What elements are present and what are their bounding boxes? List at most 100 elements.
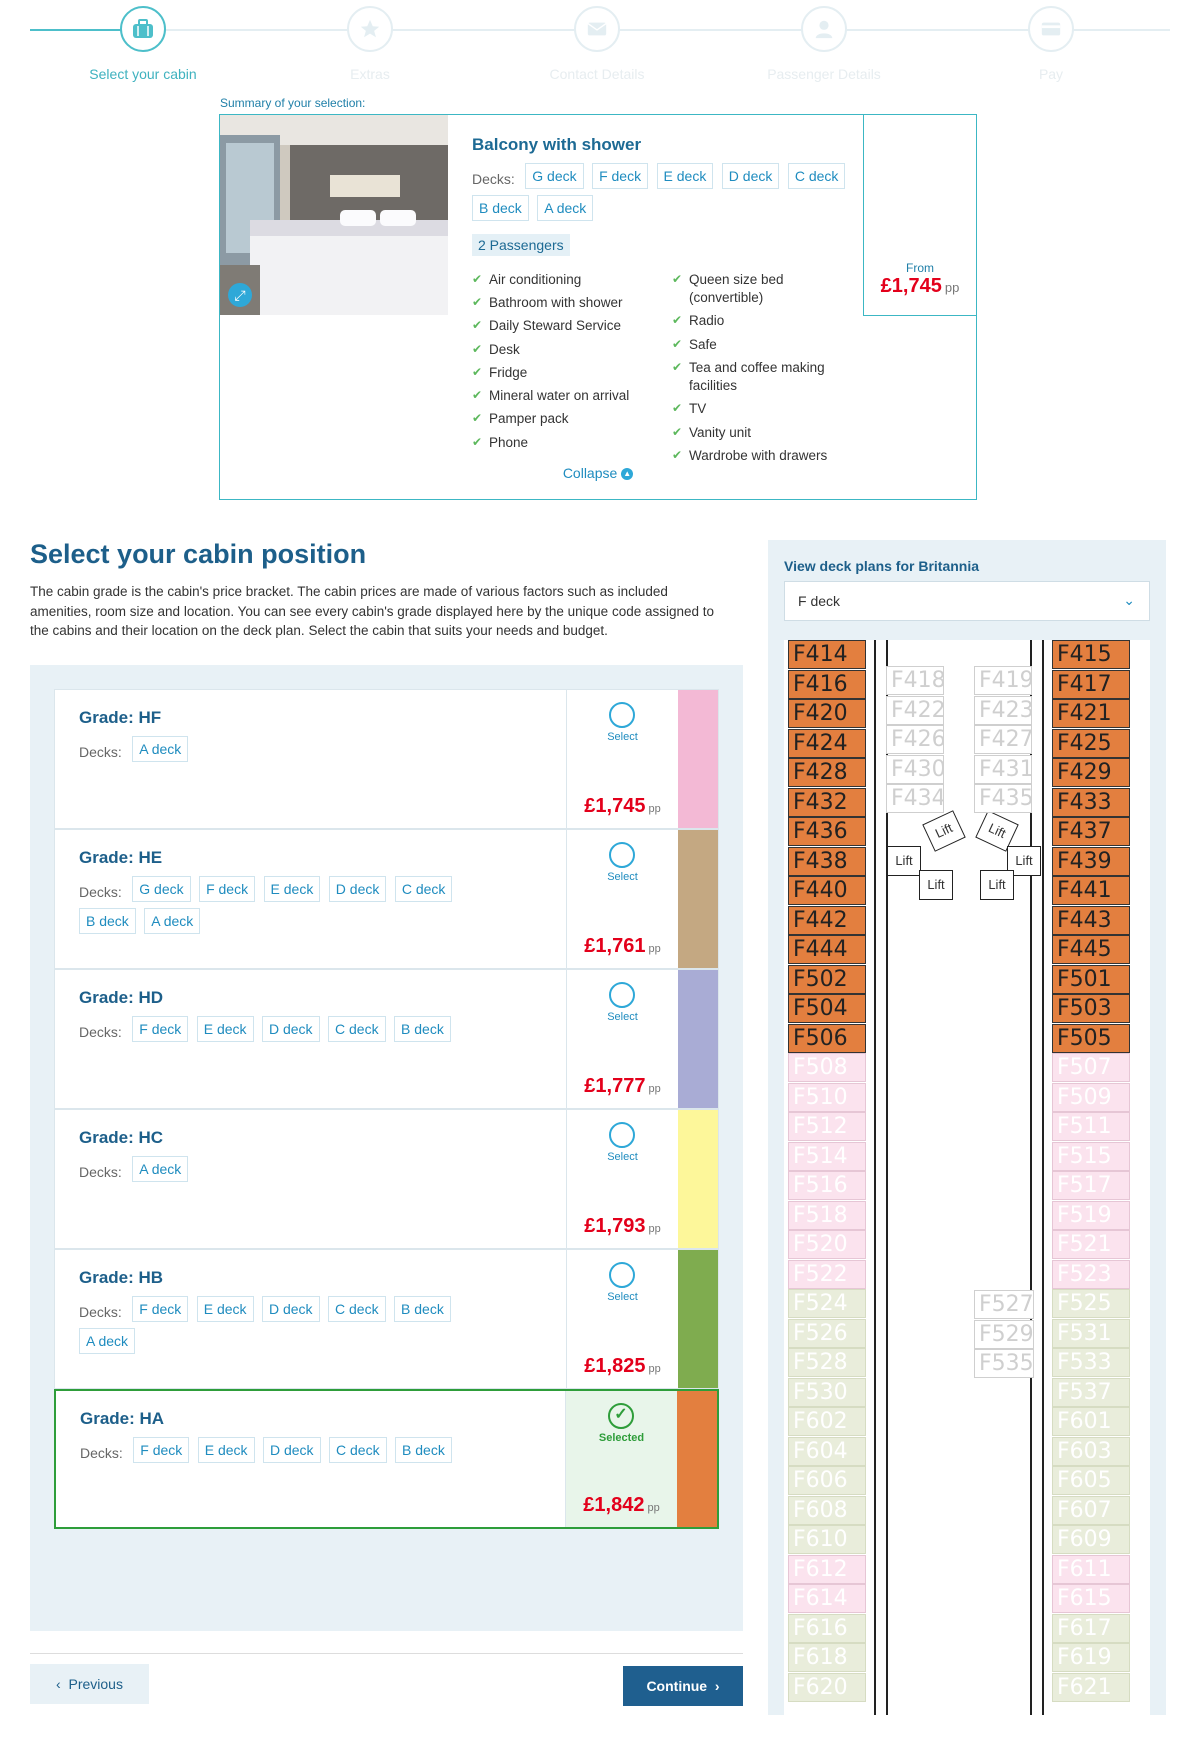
select-radio[interactable] bbox=[609, 982, 635, 1008]
deck-chip[interactable]: E deck bbox=[197, 1437, 255, 1463]
cabin-f438[interactable]: F438 bbox=[788, 846, 866, 876]
deck-chip[interactable]: F deck bbox=[132, 1296, 189, 1322]
select-radio[interactable] bbox=[609, 842, 635, 868]
grade-card-hd[interactable]: Grade: HD Decks: F deck E deck D deck C … bbox=[54, 969, 719, 1109]
grade-card-hf[interactable]: Grade: HF Decks: A deck Select £1,745 pp bbox=[54, 689, 719, 829]
deck-chip[interactable]: C deck bbox=[328, 1016, 386, 1042]
deck-chip[interactable]: A deck bbox=[132, 1156, 189, 1182]
cabin-f436[interactable]: F436 bbox=[788, 817, 866, 846]
cabin-f421[interactable]: F421 bbox=[1052, 699, 1130, 728]
cabin-f420[interactable]: F420 bbox=[788, 699, 866, 728]
select-column[interactable]: Select £1,793 pp bbox=[566, 1110, 678, 1248]
deck-chip[interactable]: E deck bbox=[263, 876, 321, 902]
deck-chip-g[interactable]: G deck bbox=[525, 163, 584, 189]
select-column[interactable]: Select £1,761 pp bbox=[566, 830, 678, 968]
decks-label: Decks: bbox=[79, 1164, 122, 1180]
cabin-f609: F609 bbox=[1052, 1525, 1130, 1554]
deck-chip[interactable]: E deck bbox=[196, 1016, 254, 1042]
cabin-f424[interactable]: F424 bbox=[788, 728, 866, 758]
cabin-f501[interactable]: F501 bbox=[1052, 964, 1130, 994]
select-radio[interactable] bbox=[609, 702, 635, 728]
deck-chip[interactable]: B deck bbox=[79, 908, 136, 934]
deck-chip[interactable]: D deck bbox=[262, 1437, 321, 1463]
cabin-f504[interactable]: F504 bbox=[788, 994, 866, 1023]
cabin-f443[interactable]: F443 bbox=[1052, 905, 1130, 935]
deck-chip[interactable]: D deck bbox=[261, 1296, 320, 1322]
cabin-f439[interactable]: F439 bbox=[1052, 846, 1130, 876]
deck-chip-b[interactable]: B deck bbox=[472, 195, 529, 221]
cabin-f437[interactable]: F437 bbox=[1052, 817, 1130, 846]
select-column[interactable]: Select £1,825 pp bbox=[566, 1250, 678, 1388]
grade-card-hb[interactable]: Grade: HB Decks: F deck E deck D deck C … bbox=[54, 1249, 719, 1389]
grade-card-hc[interactable]: Grade: HC Decks: A deck Select £1,793 pp bbox=[54, 1109, 719, 1249]
cabin-f429[interactable]: F429 bbox=[1052, 758, 1130, 787]
select-column[interactable]: Select £1,745 pp bbox=[566, 690, 678, 828]
lift: Lift bbox=[919, 870, 953, 900]
step-pay[interactable]: Pay bbox=[951, 6, 1151, 82]
cabin-f521: F521 bbox=[1052, 1230, 1130, 1259]
step-passenger-details[interactable]: Passenger Details bbox=[724, 6, 924, 82]
select-column[interactable]: ✓ Selected £1,842 pp bbox=[565, 1391, 677, 1527]
deck-chip[interactable]: C deck bbox=[394, 876, 453, 902]
cabin-f417[interactable]: F417 bbox=[1052, 669, 1130, 699]
step-circle bbox=[1028, 6, 1074, 52]
cabin-f416[interactable]: F416 bbox=[788, 669, 866, 699]
feature-label: Queen size bed (convertible) bbox=[689, 272, 784, 306]
progress-stepper: Select your cabin Extras Contact Details… bbox=[30, 0, 1170, 100]
deck-chip[interactable]: F deck bbox=[133, 1437, 190, 1463]
deck-chip[interactable]: B deck bbox=[395, 1437, 452, 1463]
step-contact-details[interactable]: Contact Details bbox=[497, 6, 697, 82]
cabin-photo[interactable]: ⤢ bbox=[220, 115, 448, 315]
cabin-f502[interactable]: F502 bbox=[788, 964, 866, 994]
cabin-f440[interactable]: F440 bbox=[788, 876, 866, 905]
deck-chip[interactable]: A deck bbox=[132, 736, 189, 762]
cabin-f423: F423 bbox=[974, 695, 1032, 725]
cabin-f505[interactable]: F505 bbox=[1052, 1023, 1130, 1053]
deck-chip[interactable]: C deck bbox=[329, 1437, 387, 1463]
cabin-f506[interactable]: F506 bbox=[788, 1023, 866, 1053]
deck-chip[interactable]: A deck bbox=[144, 908, 201, 934]
deck-chip[interactable]: F deck bbox=[132, 1016, 189, 1042]
deck-chip[interactable]: E deck bbox=[196, 1296, 254, 1322]
deck-chip[interactable]: C deck bbox=[328, 1296, 386, 1322]
cabin-f415[interactable]: F415 bbox=[1052, 640, 1130, 669]
deck-chip[interactable]: F deck bbox=[199, 876, 256, 902]
step-extras[interactable]: Extras bbox=[270, 6, 470, 82]
expand-photo-icon[interactable]: ⤢ bbox=[228, 283, 252, 307]
cabin-f612: F612 bbox=[788, 1554, 866, 1584]
collapse-link[interactable]: Collapse ▲ bbox=[220, 465, 976, 481]
deck-chip[interactable]: D deck bbox=[328, 876, 387, 902]
cabin-f444[interactable]: F444 bbox=[788, 935, 866, 964]
deck-chip-d[interactable]: D deck bbox=[721, 163, 780, 189]
cabin-f428[interactable]: F428 bbox=[788, 758, 866, 787]
deck-chip[interactable]: B deck bbox=[394, 1296, 451, 1322]
cabin-f503[interactable]: F503 bbox=[1052, 994, 1130, 1023]
deck-chip-c[interactable]: C deck bbox=[787, 163, 846, 189]
deck-chip[interactable]: D deck bbox=[261, 1016, 320, 1042]
deck-chip[interactable]: A deck bbox=[79, 1328, 136, 1354]
select-radio[interactable] bbox=[609, 1262, 635, 1288]
continue-button[interactable]: Continue › bbox=[623, 1666, 743, 1706]
cabin-f432[interactable]: F432 bbox=[788, 787, 866, 817]
deck-chip-e[interactable]: E deck bbox=[656, 163, 714, 189]
cabin-f425[interactable]: F425 bbox=[1052, 728, 1130, 758]
grade-card-he[interactable]: Grade: HE Decks: G deck F deck E deck D … bbox=[54, 829, 719, 969]
cabin-f620: F620 bbox=[788, 1672, 866, 1702]
cabin-f433[interactable]: F433 bbox=[1052, 787, 1130, 817]
check-circle-icon[interactable]: ✓ bbox=[608, 1403, 634, 1429]
deck-chip[interactable]: G deck bbox=[132, 876, 191, 902]
cabin-f445[interactable]: F445 bbox=[1052, 935, 1130, 964]
cabin-f442[interactable]: F442 bbox=[788, 905, 866, 935]
deck-chip-a[interactable]: A deck bbox=[537, 195, 594, 221]
price-value: £1,842 bbox=[583, 1494, 645, 1516]
select-radio[interactable] bbox=[609, 1122, 635, 1148]
step-select-cabin[interactable]: Select your cabin bbox=[43, 6, 243, 82]
grade-card-ha[interactable]: Grade: HA Decks: F deck E deck D deck C … bbox=[54, 1389, 719, 1529]
previous-button[interactable]: ‹ Previous bbox=[30, 1664, 149, 1704]
deck-chip[interactable]: B deck bbox=[394, 1016, 451, 1042]
cabin-f441[interactable]: F441 bbox=[1052, 876, 1130, 905]
deck-chip-f[interactable]: F deck bbox=[592, 163, 649, 189]
deck-select[interactable]: F deck ⌄ bbox=[784, 581, 1150, 621]
select-column[interactable]: Select £1,777 pp bbox=[566, 970, 678, 1108]
cabin-f414[interactable]: F414 bbox=[788, 640, 866, 669]
